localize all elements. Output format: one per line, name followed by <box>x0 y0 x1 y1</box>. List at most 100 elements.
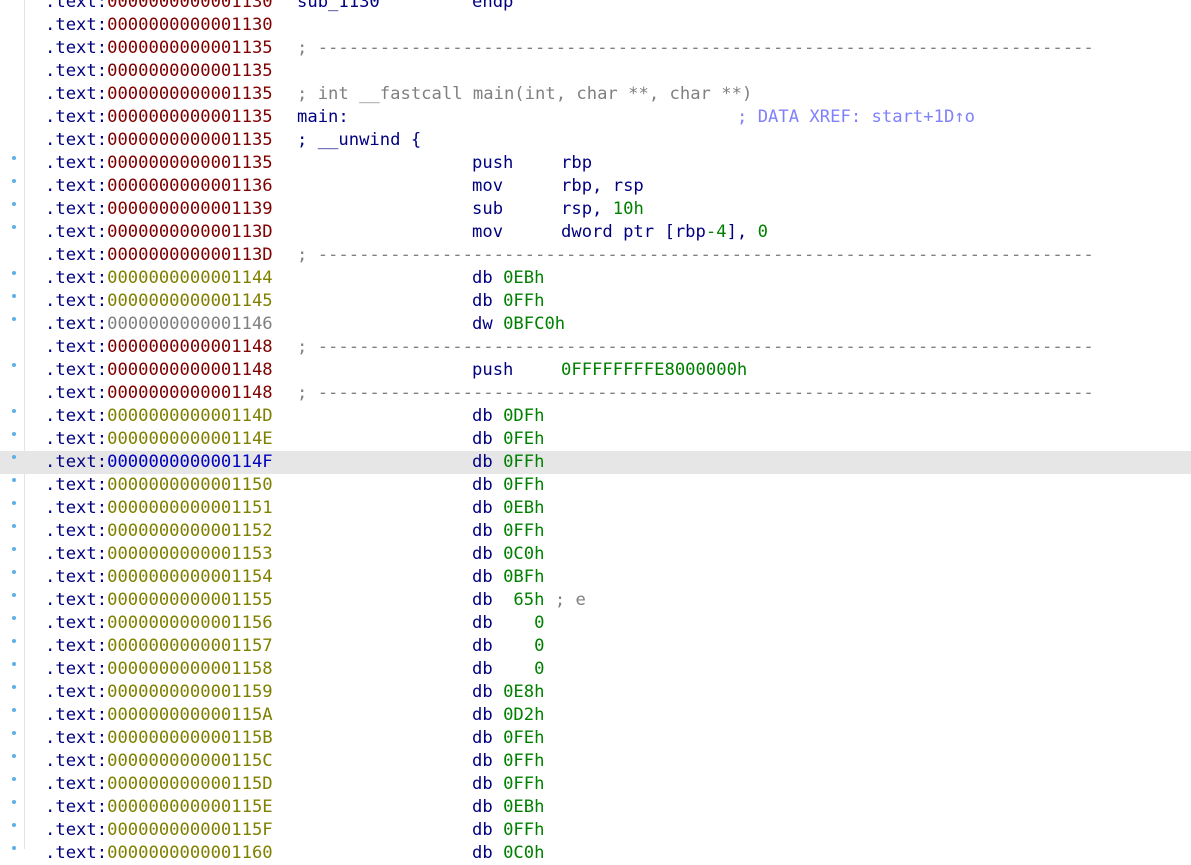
address[interactable]: .text:0000000000001153 <box>45 543 273 566</box>
line-marker-dot-icon[interactable] <box>12 685 16 689</box>
listing-line[interactable]: .text:0000000000001130 sub_1130 endp <box>0 0 1191 14</box>
listing-line[interactable]: .text:0000000000001153 db 0C0h <box>0 543 1191 566</box>
address[interactable]: .text:000000000000115E <box>45 796 273 819</box>
listing-line[interactable]: .text:0000000000001135 ; __unwind { <box>0 129 1191 152</box>
listing-line[interactable]: .text:000000000000114D db 0DFh <box>0 405 1191 428</box>
address[interactable]: .text:0000000000001154 <box>45 566 273 589</box>
line-marker-dot-icon[interactable] <box>12 708 16 712</box>
listing-line[interactable]: .text:000000000000113D ; ----------------… <box>0 244 1191 267</box>
line-marker-dot-icon[interactable] <box>12 225 16 229</box>
listing-line[interactable]: .text:0000000000001148 ; ----------------… <box>0 382 1191 405</box>
line-marker-dot-icon[interactable] <box>12 202 16 206</box>
line-marker-dot-icon[interactable] <box>12 731 16 735</box>
listing-line[interactable]: .text:0000000000001144 db 0EBh <box>0 267 1191 290</box>
function-name-label[interactable]: main: <box>297 106 349 129</box>
data-definition[interactable]: db 0E8h <box>472 681 544 704</box>
data-definition[interactable]: db 0FFh <box>472 819 544 842</box>
listing-line[interactable]: .text:000000000000114E db 0FEh <box>0 428 1191 451</box>
address[interactable]: .text:0000000000001135 <box>45 106 273 129</box>
data-definition[interactable]: db 0EBh <box>472 267 544 290</box>
data-definition[interactable]: db 0FEh <box>472 428 544 451</box>
address[interactable]: .text:0000000000001152 <box>45 520 273 543</box>
address[interactable]: .text:0000000000001151 <box>45 497 273 520</box>
line-marker-dot-icon[interactable] <box>12 363 16 367</box>
address[interactable]: .text:000000000000115A <box>45 704 273 727</box>
line-marker-dot-icon[interactable] <box>12 662 16 666</box>
address[interactable]: .text:000000000000114D <box>45 405 273 428</box>
line-marker-dot-icon[interactable] <box>12 271 16 275</box>
xref-comment[interactable]: ; DATA XREF: start+1D↑o <box>737 106 975 129</box>
data-definition[interactable]: db 0FFh <box>472 474 544 497</box>
data-definition[interactable]: db 0EBh <box>472 796 544 819</box>
address[interactable]: .text:000000000000115F <box>45 819 273 842</box>
line-marker-dot-icon[interactable] <box>12 156 16 160</box>
line-marker-dot-icon[interactable] <box>12 179 16 183</box>
address[interactable]: .text:000000000000113D <box>45 244 273 267</box>
address[interactable]: .text:000000000000115D <box>45 773 273 796</box>
listing-line[interactable]: .text:0000000000001146 dw 0BFC0h <box>0 313 1191 336</box>
data-definition[interactable]: db 0FFh <box>472 290 544 313</box>
address[interactable]: .text:0000000000001156 <box>45 612 273 635</box>
data-definition[interactable]: db 0DFh <box>472 405 544 428</box>
listing-line[interactable]: .text:0000000000001157 db 0 <box>0 635 1191 658</box>
line-marker-dot-icon[interactable] <box>12 823 16 827</box>
address[interactable]: .text:000000000000115B <box>45 727 273 750</box>
line-marker-dot-icon[interactable] <box>12 570 16 574</box>
data-definition[interactable]: db 0D2h <box>472 704 544 727</box>
address[interactable]: .text:0000000000001148 <box>45 336 273 359</box>
data-definition[interactable]: db 0 <box>472 612 544 635</box>
code-label[interactable]: sub_1130 <box>297 0 380 14</box>
line-marker-dot-icon[interactable] <box>12 524 16 528</box>
operands[interactable]: rbp, rsp <box>561 175 644 198</box>
line-marker-dot-icon[interactable] <box>12 501 16 505</box>
current-line[interactable]: .text:000000000000114F db 0FFh <box>0 451 1191 474</box>
address[interactable]: .text:0000000000001135 <box>45 152 273 175</box>
listing-line[interactable]: .text:0000000000001159 db 0E8h <box>0 681 1191 704</box>
address[interactable]: .text:0000000000001135 <box>45 60 273 83</box>
listing-line[interactable]: .text:0000000000001160 db 0C0h <box>0 842 1191 865</box>
address[interactable]: .text:0000000000001130 <box>45 0 273 14</box>
line-marker-dot-icon[interactable] <box>12 455 16 459</box>
line-marker-dot-icon[interactable] <box>12 478 16 482</box>
listing-line[interactable]: .text:0000000000001135 <box>0 60 1191 83</box>
listing-line[interactable]: .text:0000000000001158 db 0 <box>0 658 1191 681</box>
line-marker-dot-icon[interactable] <box>12 639 16 643</box>
line-marker-dot-icon[interactable] <box>12 409 16 413</box>
address[interactable]: .text:0000000000001155 <box>45 589 273 612</box>
listing-line[interactable]: .text:000000000000115B db 0FEh <box>0 727 1191 750</box>
line-marker-dot-icon[interactable] <box>12 754 16 758</box>
listing-line[interactable]: .text:0000000000001145 db 0FFh <box>0 290 1191 313</box>
address[interactable]: .text:0000000000001148 <box>45 382 273 405</box>
operands[interactable]: rbp <box>561 152 592 175</box>
listing-line[interactable]: .text:000000000000115A db 0D2h <box>0 704 1191 727</box>
address[interactable]: .text:0000000000001145 <box>45 290 273 313</box>
address[interactable]: .text:000000000000113D <box>45 221 273 244</box>
listing-line[interactable]: .text:0000000000001148 push 0FFFFFFFFE8000… <box>0 359 1191 382</box>
line-marker-dot-icon[interactable] <box>12 547 16 551</box>
listing-line[interactable]: .text:0000000000001151 db 0EBh <box>0 497 1191 520</box>
operands[interactable]: rsp, 10h <box>561 198 644 221</box>
data-definition[interactable]: db 0C0h <box>472 842 544 865</box>
address[interactable]: .text:0000000000001157 <box>45 635 273 658</box>
line-marker-dot-icon[interactable] <box>12 846 16 850</box>
address[interactable]: .text:0000000000001146 <box>45 313 273 336</box>
data-definition[interactable]: db 0FFh <box>472 451 544 474</box>
address[interactable]: .text:0000000000001135 <box>45 83 273 106</box>
listing-line[interactable]: .text:0000000000001135 main: ; DATA XREF: … <box>0 106 1191 129</box>
line-marker-dot-icon[interactable] <box>12 616 16 620</box>
address[interactable]: .text:0000000000001159 <box>45 681 273 704</box>
listing-line[interactable]: .text:000000000000115C db 0FFh <box>0 750 1191 773</box>
listing-line[interactable]: .text:0000000000001139 sub rsp, 10h <box>0 198 1191 221</box>
listing-line[interactable]: .text:0000000000001135 ; ----------------… <box>0 37 1191 60</box>
address[interactable]: .text:0000000000001148 <box>45 359 273 382</box>
line-marker-dot-icon[interactable] <box>12 800 16 804</box>
listing-line[interactable]: .text:0000000000001152 db 0FFh <box>0 520 1191 543</box>
address[interactable]: .text:0000000000001160 <box>45 842 273 865</box>
code-label[interactable]: ; __unwind { <box>297 129 421 152</box>
data-definition[interactable]: db 0EBh <box>472 497 544 520</box>
listing-line[interactable]: .text:0000000000001156 db 0 <box>0 612 1191 635</box>
listing-line[interactable]: .text:000000000000113D mov dword ptr [rbp-… <box>0 221 1191 244</box>
listing-line[interactable]: .text:0000000000001154 db 0BFh <box>0 566 1191 589</box>
data-definition[interactable]: db 0FFh <box>472 750 544 773</box>
address[interactable]: .text:000000000000114F <box>45 451 273 474</box>
